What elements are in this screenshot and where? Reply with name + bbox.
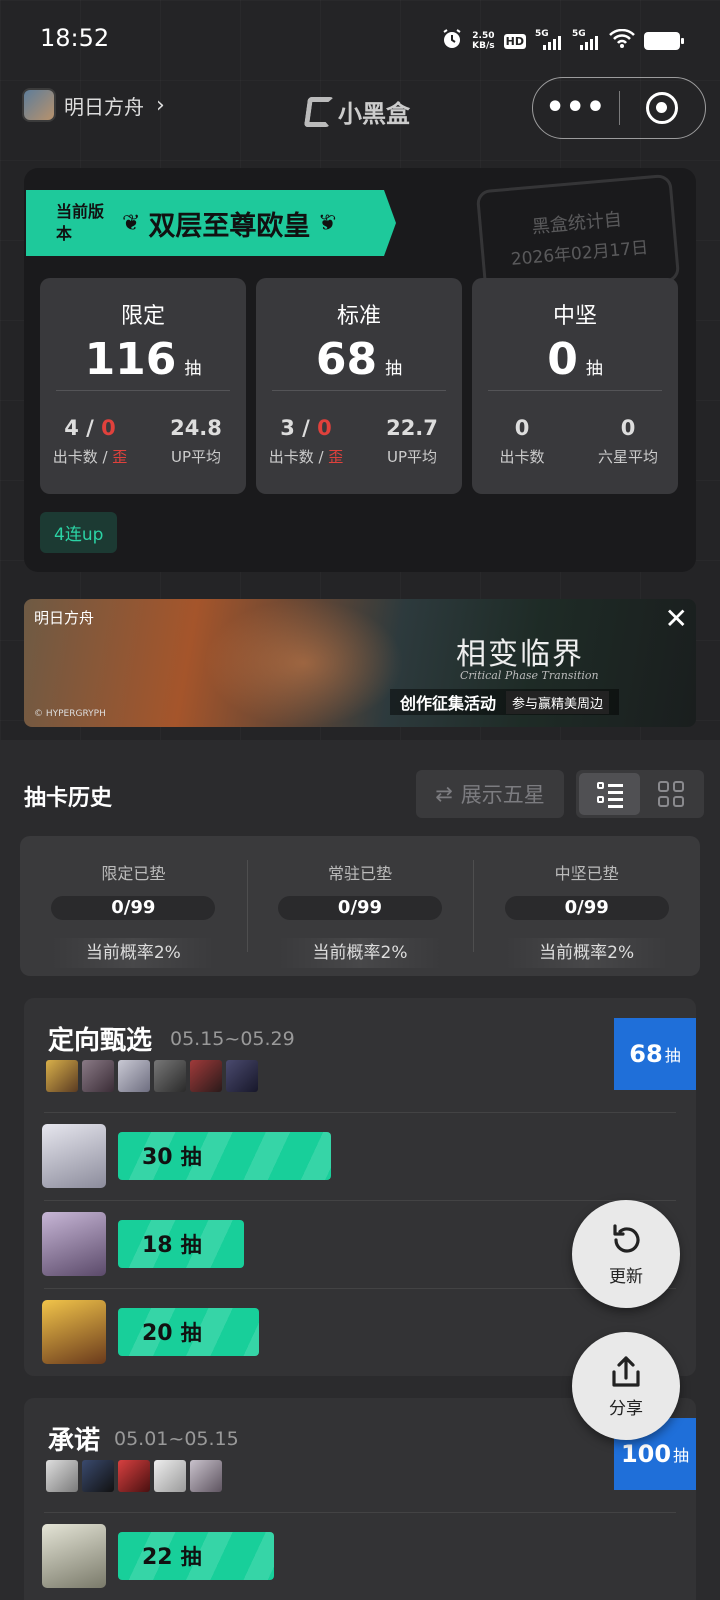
share-icon — [612, 1355, 640, 1387]
wifi-icon — [609, 28, 635, 53]
show-five-star-button[interactable]: ⇄ 展示五星 — [416, 770, 564, 818]
swap-icon: ⇄ — [435, 782, 453, 806]
pull-count: 0 — [547, 334, 578, 385]
view-toggle — [576, 770, 704, 818]
banner-title: 相变临界 — [456, 637, 584, 672]
pool-operators — [46, 1060, 258, 1092]
banner-event: 创作征集活动 — [400, 694, 497, 713]
app-switcher[interactable]: 明日方舟 › — [22, 88, 165, 122]
banner-brand: 明日方舟 — [34, 609, 95, 627]
operator-thumb — [190, 1460, 222, 1492]
operator-avatar — [42, 1124, 106, 1188]
pull-bar: 20 抽 — [118, 1308, 259, 1356]
operator-thumb — [226, 1060, 258, 1092]
up-streak-tag: 4连up — [40, 512, 118, 553]
operator-thumb — [154, 1060, 186, 1092]
grid-view-icon — [657, 781, 684, 807]
pool-name: 承诺 — [48, 1426, 101, 1456]
pool-date: 05.01~05.15 — [114, 1428, 239, 1450]
operator-thumb — [118, 1060, 150, 1092]
event-banner[interactable]: 明日方舟 相变临界 Critical Phase Transition 创作征集… — [24, 599, 696, 727]
banner-reward: 参与赢精美周边 — [506, 690, 610, 714]
list-view-icon — [596, 782, 623, 808]
pity-limited: 限定已垫 0/99 当前概率2% — [20, 836, 247, 976]
pull-count: 116 — [84, 334, 177, 385]
battery-icon — [644, 32, 684, 50]
banner-copyright: © HYPERGRYPH — [34, 709, 106, 719]
laurel-right-icon: ❦ — [318, 210, 337, 236]
stat-box-standard: 标准 68 抽 3 / 0 出卡数 / 歪 22.7 UP平均 — [256, 278, 462, 494]
operator-thumb — [190, 1060, 222, 1092]
refresh-icon — [613, 1223, 640, 1253]
status-bar: 18:52 2.50 KB/s HD 5G 5G — [0, 0, 720, 80]
logo-mark-icon — [303, 96, 335, 127]
alarm-icon — [441, 28, 463, 54]
pool-name: 定向甄选 — [48, 1026, 153, 1056]
more-icon[interactable]: ••• — [533, 93, 619, 123]
pull-bar: 22 抽 — [118, 1532, 274, 1580]
operator-thumb — [46, 1460, 78, 1492]
pity-core: 中坚已垫 0/99 当前概率2% — [473, 836, 700, 976]
chevron-right-icon: › — [156, 92, 165, 118]
summary-card: 黑盒统计自 2026年02月17日 当前版本 ❦ 双层至尊欧皇 ❦ 限定 116… — [24, 168, 696, 572]
share-button[interactable]: 分享 — [572, 1332, 680, 1440]
operator-avatar — [42, 1300, 106, 1364]
app-avatar — [22, 88, 56, 122]
pity-standard: 常驻已垫 0/99 当前概率2% — [246, 836, 474, 976]
stat-box-core: 中坚 0抽 0 出卡数 0 六星平均 — [472, 278, 678, 494]
pull-bar: 18 抽 — [118, 1220, 244, 1268]
net-speed: 2.50 KB/s — [472, 31, 495, 51]
app-name: 明日方舟 — [64, 94, 144, 119]
status-icons: 2.50 KB/s HD 5G 5G — [441, 28, 684, 54]
laurel-left-icon: ❦ — [122, 210, 141, 236]
signal-icon-2: 5G — [572, 29, 600, 50]
pool-total-badge: 68 抽 — [614, 1018, 696, 1090]
list-view-button[interactable] — [579, 773, 640, 815]
refresh-button[interactable]: 更新 — [572, 1200, 680, 1308]
pool-operators — [46, 1460, 222, 1492]
operator-thumb — [82, 1460, 114, 1492]
stat-box-limited: 限定 116 抽 4 / 0 出卡数 / 歪 24.8 UP平均 — [40, 278, 246, 494]
operator-thumb — [118, 1460, 150, 1492]
target-icon — [646, 92, 679, 124]
pity-panel: 限定已垫 0/99 当前概率2% 常驻已垫 0/99 当前概率2% 中坚已垫 0… — [20, 836, 700, 976]
operator-thumb — [46, 1060, 78, 1092]
close-icon[interactable]: ✕ — [665, 605, 688, 633]
signal-icon: 5G — [535, 29, 563, 50]
pool-card[interactable]: 定向甄选 05.15~05.29 68 抽 30 抽 18 抽 20 抽 — [24, 998, 696, 1376]
miniprogram-capsule: ••• — [532, 77, 706, 139]
banner-subtitle: Critical Phase Transition — [460, 669, 599, 682]
history-title: 抽卡历史 — [24, 786, 113, 811]
rank-version-label: 当前版本 — [56, 202, 105, 243]
close-miniprogram-button[interactable] — [620, 92, 706, 124]
pull-count: 68 — [315, 334, 378, 385]
rank-title: 双层至尊欧皇 — [148, 210, 311, 242]
heybox-logo: 小黑盒 — [303, 94, 410, 129]
rank-banner: 当前版本 ❦ 双层至尊欧皇 ❦ — [26, 190, 396, 256]
operator-thumb — [82, 1060, 114, 1092]
hd-badge: HD — [503, 33, 526, 49]
operator-avatar — [42, 1212, 106, 1276]
operator-avatar — [42, 1524, 106, 1588]
grid-view-button[interactable] — [640, 773, 701, 815]
pool-date: 05.15~05.29 — [170, 1028, 295, 1050]
status-time: 18:52 — [40, 24, 110, 52]
operator-thumb — [154, 1460, 186, 1492]
pull-bar: 30 抽 — [118, 1132, 331, 1180]
